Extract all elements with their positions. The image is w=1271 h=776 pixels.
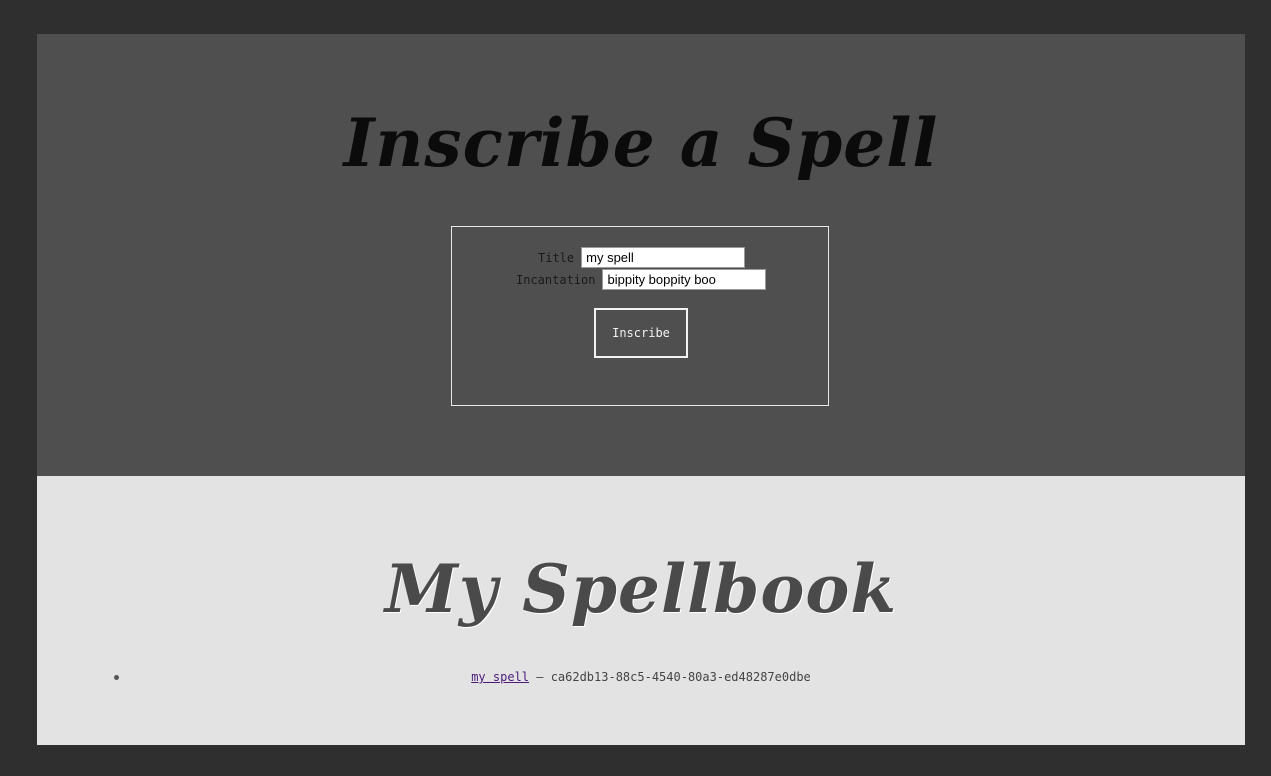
title-label: Title [538,250,575,265]
incantation-input[interactable] [602,269,767,290]
inscribe-button[interactable]: Inscribe [594,308,688,358]
incantation-row: Incantation [516,269,767,290]
spellbook-section: My Spellbook my spell — ca62db13-88c5-45… [37,476,1245,745]
inscribe-section: Inscribe a Spell Title Incantation Inscr… [37,34,1245,476]
spellbook-heading: My Spellbook [384,550,898,628]
inscribe-heading: Inscribe a Spell [343,104,939,182]
spell-list: my spell — ca62db13-88c5-4540-80a3-ed482… [37,668,1245,686]
spell-id: ca62db13-88c5-4540-80a3-ed48287e0dbe [550,670,811,684]
spell-separator: — [529,670,551,684]
spell-link[interactable]: my spell [471,670,529,684]
inscribe-form: Title Incantation Inscribe [451,226,829,406]
title-row: Title [538,247,746,268]
list-item: my spell — ca62db13-88c5-4540-80a3-ed482… [37,668,1245,686]
title-input[interactable] [581,247,746,268]
incantation-label: Incantation [516,272,596,287]
page: Inscribe a Spell Title Incantation Inscr… [37,34,1245,745]
bullet-icon [114,675,119,680]
